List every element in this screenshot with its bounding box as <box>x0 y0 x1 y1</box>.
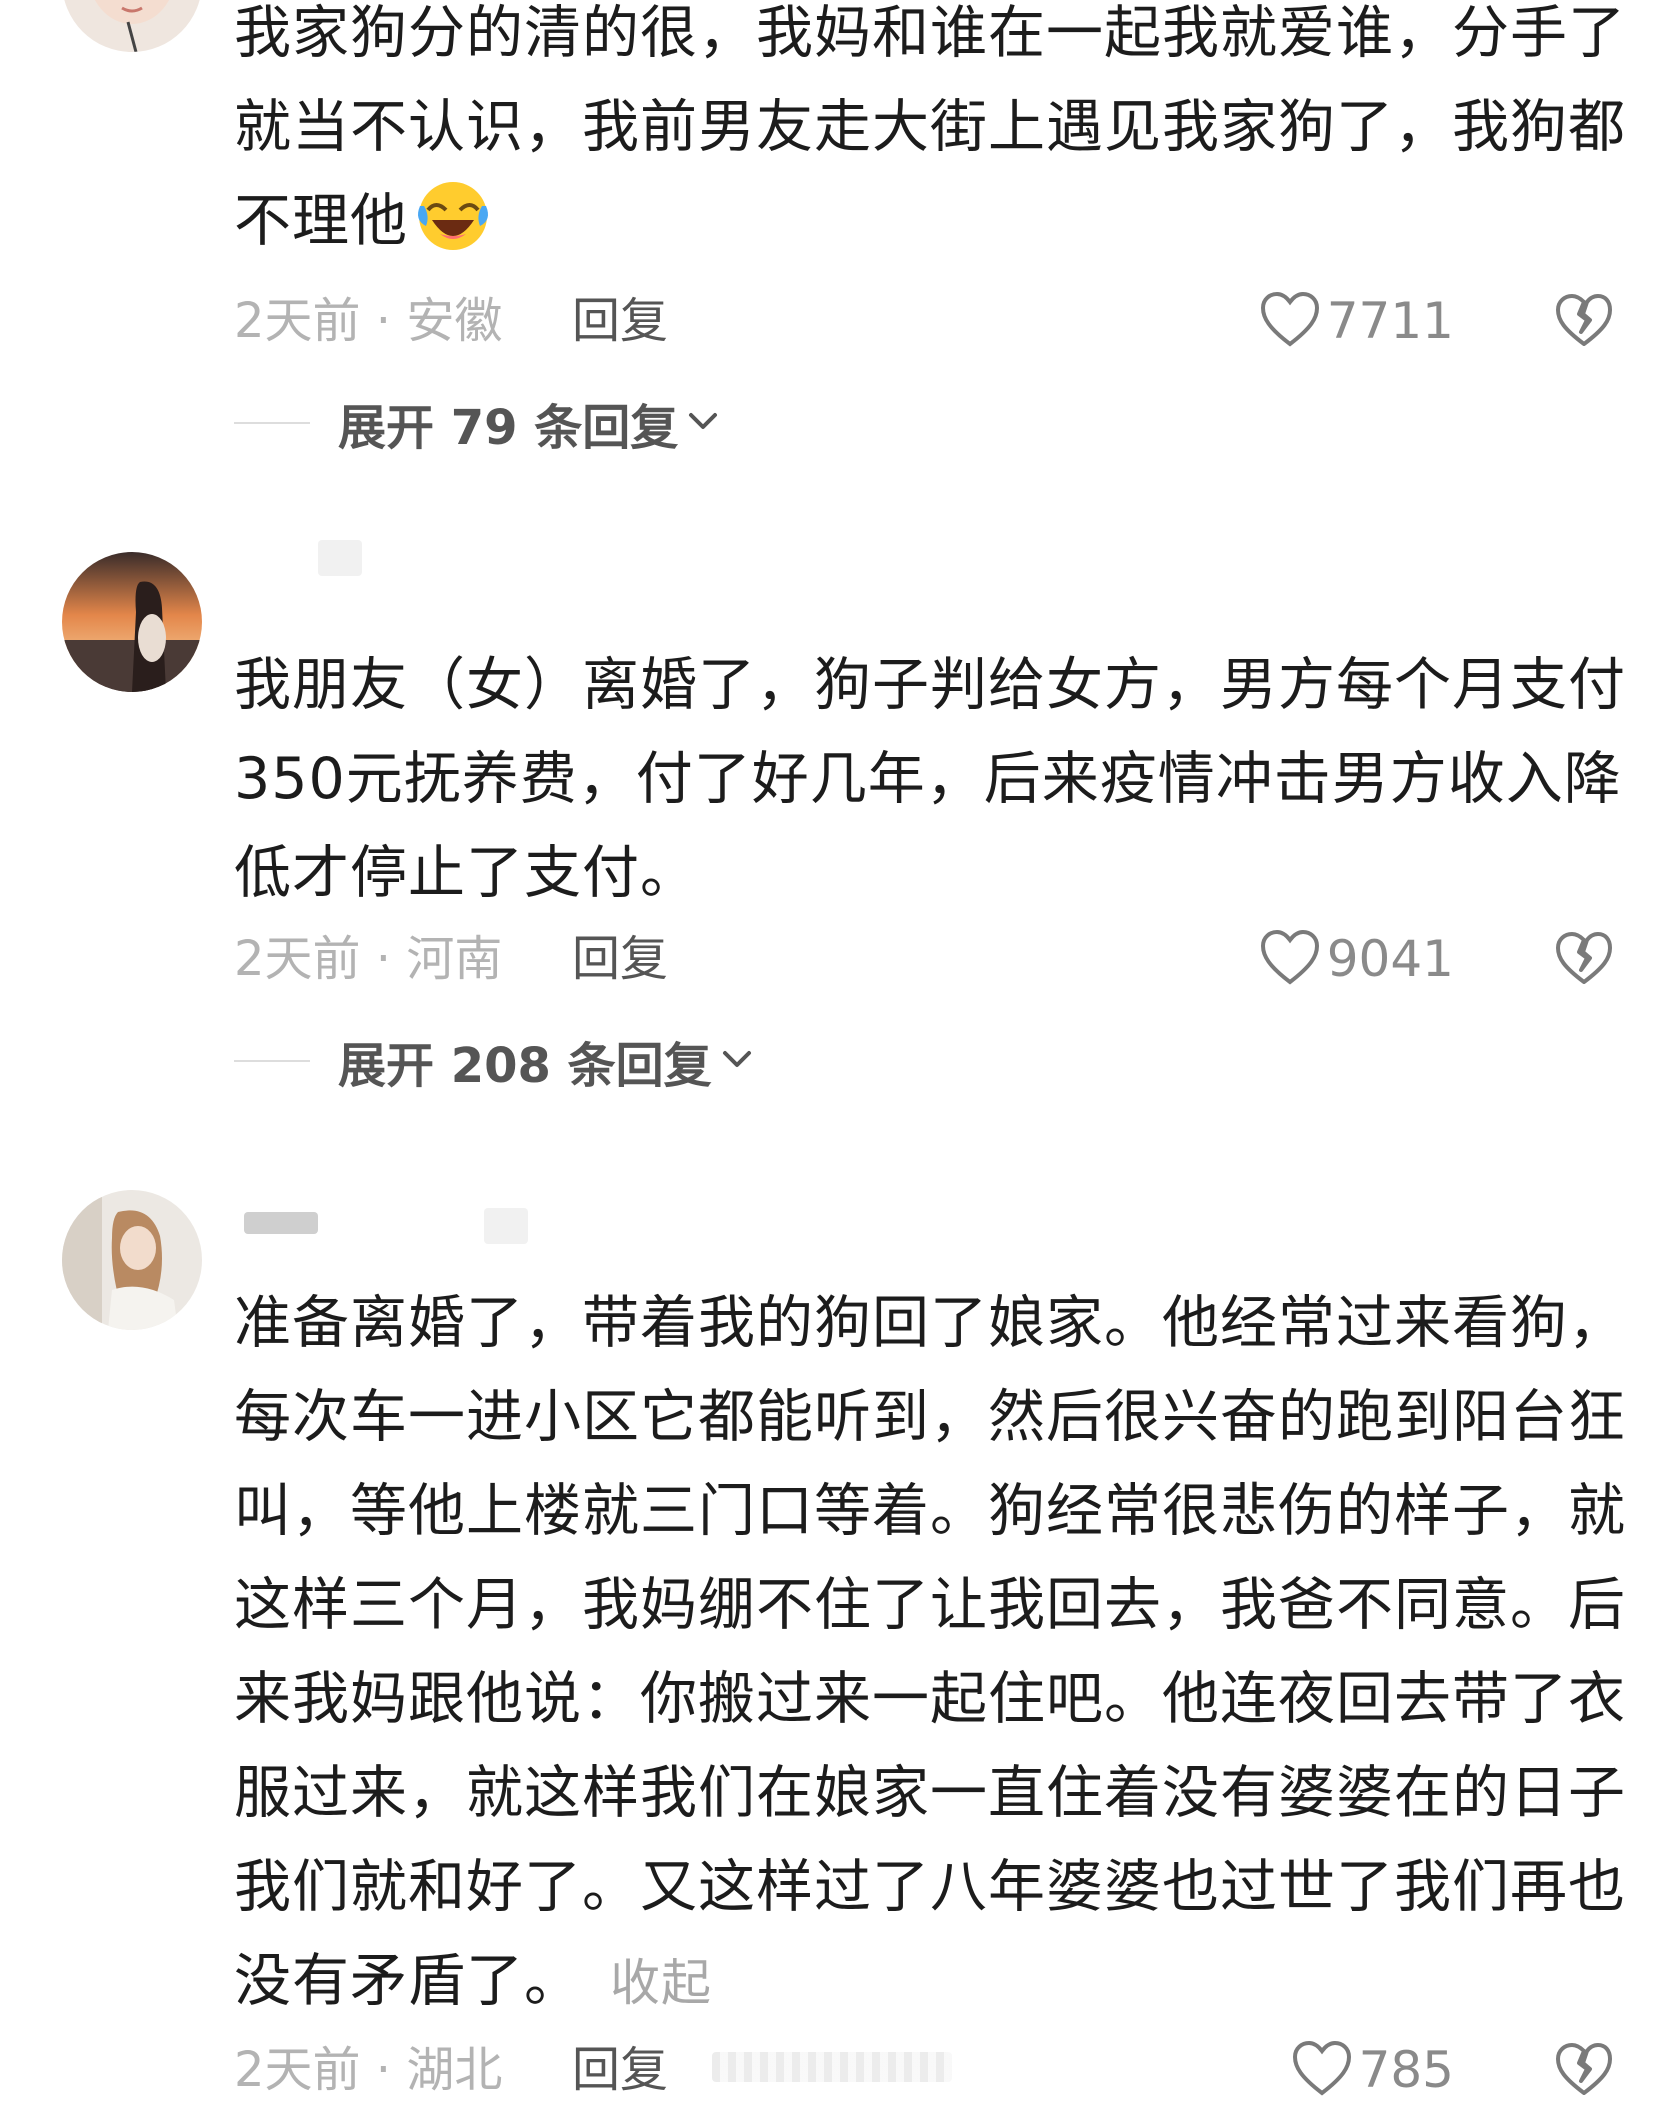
reply-button[interactable]: 回复 <box>572 286 668 356</box>
comment-meta-row: 2天前 · 河南 回复 9041 <box>234 924 1614 994</box>
comment-time-location: 2天前 · 湖北 <box>234 2042 503 2098</box>
like-count: 7711 <box>1326 292 1454 350</box>
comment-item: 我朋友（女）离婚了，狗子判给女方，男方每个月支付 350元抚养费，付了好几年，后… <box>0 540 1668 1100</box>
comment-line-text: 不理他 <box>234 188 408 254</box>
like-button[interactable]: 9041 <box>1259 924 1454 994</box>
collapse-link[interactable]: 收起 <box>610 1954 712 2012</box>
comment-line-text: 就当不认识，我前男友走大街上遇见我家狗了，我狗都 <box>234 94 1626 160</box>
comment-line: 低才停止了支付。 <box>234 840 698 906</box>
comment-line: 这样三个月，我妈绷不住了让我回去，我爸不同意。后 <box>234 1572 1626 1638</box>
like-button[interactable]: 7711 <box>1259 286 1454 356</box>
comment-line: 准备离婚了，带着我的狗回了娘家。他经常过来看狗， <box>234 1290 1626 1356</box>
comment-line: 就当不认识，我前男友走大街上遇见我家狗了，我狗都 <box>234 80 1625 174</box>
reply-button[interactable]: 回复 <box>572 924 668 994</box>
avatar[interactable] <box>62 1190 202 1330</box>
comment-line: 服过来，就这样我们在娘家一直住着没有婆婆在的日子 <box>234 1760 1626 1826</box>
divider <box>234 1060 310 1062</box>
divider <box>234 422 310 424</box>
broken-heart-icon[interactable] <box>1554 292 1614 352</box>
expand-replies-label: 展开 208 条回复 <box>338 1038 712 1094</box>
comment-time-location: 2天前 · 安徽 <box>234 293 503 349</box>
comment-line: 没有矛盾了。 收起 <box>234 1934 1614 2030</box>
avatar[interactable] <box>62 0 202 52</box>
broken-heart-icon[interactable] <box>1554 2041 1614 2101</box>
like-count: 9041 <box>1326 930 1454 988</box>
comment-line: 我们就和好了。又这样过了八年婆婆也过世了我们再也 <box>234 1854 1626 1920</box>
expand-replies-label: 展开 79 条回复 <box>338 400 679 456</box>
chevron-down-icon <box>722 1049 752 1073</box>
comment-item: 准备离婚了，带着我的狗回了娘家。他经常过来看狗， 每次车一进小区它都能听到，然后… <box>0 1180 1668 2099</box>
username-blurred <box>244 1212 318 1234</box>
expand-replies-button[interactable]: 展开 208 条回复 <box>234 1026 752 1096</box>
like-button[interactable]: 785 <box>1291 2035 1454 2105</box>
comment-text: 准备离婚了，带着我的狗回了娘家。他经常过来看狗， 每次车一进小区它都能听到，然后… <box>234 1276 1626 2030</box>
comment-line: 我朋友（女）离婚了，狗子判给女方，男方每个月支付 <box>234 652 1626 718</box>
comment-line: 来我妈跟他说：你搬过来一起住吧。他连夜回去带了衣 <box>234 1666 1626 1732</box>
like-count: 785 <box>1358 2041 1454 2099</box>
comment-meta-row: 2天前 · 安徽 回复 7711 <box>234 286 1614 356</box>
comment-text: 我朋友（女）离婚了，狗子判给女方，男方每个月支付 350元抚养费，付了好几年，后… <box>234 638 1626 920</box>
comment-item: 我家狗分的清的很，我妈和谁在一起我就爱谁，分手了 就当不认识，我前男友走大街上遇… <box>0 0 1668 460</box>
comment-line: 叫，等他上楼就三门口等着。狗经常很悲伤的样子，就 <box>234 1478 1626 1544</box>
avatar[interactable] <box>62 552 202 692</box>
chevron-down-icon <box>688 411 718 435</box>
heart-outline-icon <box>1291 2039 1353 2101</box>
username-blurred <box>318 540 362 576</box>
laughing-crying-emoji-icon <box>414 176 492 254</box>
comment-time-location: 2天前 · 河南 <box>234 931 503 987</box>
comment-line: 不理他 <box>234 174 1614 268</box>
broken-heart-icon[interactable] <box>1554 930 1614 990</box>
expand-replies-button[interactable]: 展开 79 条回复 <box>234 388 718 458</box>
comment-line: 每次车一进小区它都能听到，然后很兴奋的跑到阳台狂 <box>234 1384 1626 1450</box>
comment-text: 我家狗分的清的很，我妈和谁在一起我就爱谁，分手了 就当不认识，我前男友走大街上遇… <box>234 0 1626 268</box>
comment-line: 我家狗分的清的很，我妈和谁在一起我就爱谁，分手了 <box>234 0 1626 66</box>
heart-outline-icon <box>1259 290 1321 352</box>
reply-button[interactable]: 回复 <box>572 2035 668 2105</box>
heart-outline-icon <box>1259 928 1321 990</box>
comment-line-text: 没有矛盾了。 <box>234 1948 582 2014</box>
comment-line: 350元抚养费，付了好几年，后来疫情冲击男方收入降 <box>234 746 1622 812</box>
watermark <box>712 2052 952 2082</box>
username-blurred <box>484 1208 528 1244</box>
